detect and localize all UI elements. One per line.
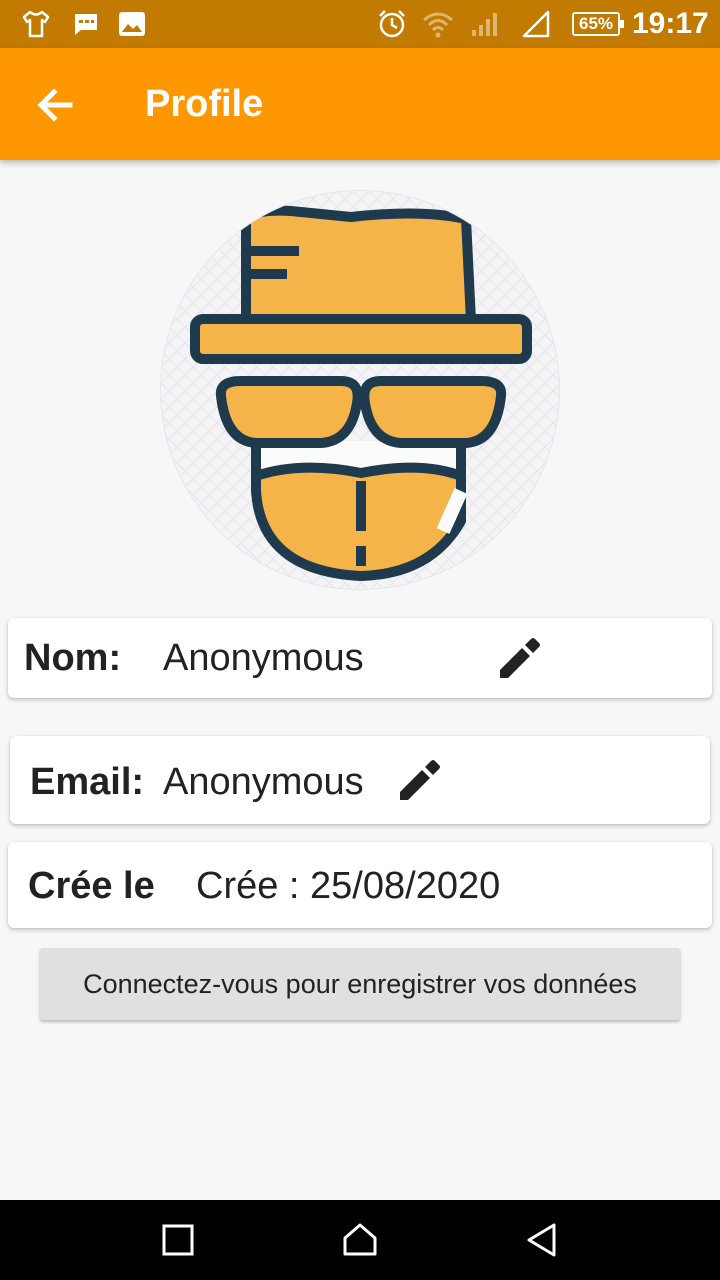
created-value: Crée : 25/08/2020 xyxy=(196,865,501,907)
message-icon xyxy=(75,14,97,35)
detective-avatar-illustration xyxy=(161,191,559,589)
navigation-bar xyxy=(0,1200,720,1280)
status-clock: 19:17 xyxy=(632,7,709,40)
name-label: Nom: xyxy=(24,637,122,679)
created-card: Crée le Crée : 25/08/2020 xyxy=(8,842,712,928)
back-icon[interactable] xyxy=(518,1216,566,1264)
alarm-icon xyxy=(379,10,405,38)
image-icon xyxy=(119,12,145,36)
email-value: Anonymous xyxy=(163,761,364,803)
signal-full-icon xyxy=(522,10,550,38)
arrow-left-icon[interactable] xyxy=(30,80,80,130)
created-label: Crée le xyxy=(28,865,155,907)
home-icon[interactable] xyxy=(336,1216,384,1264)
edit-name-pencil-icon[interactable] xyxy=(492,632,544,684)
avatar[interactable] xyxy=(160,190,560,590)
signal-icon xyxy=(472,13,497,36)
tshirt-icon xyxy=(22,10,50,38)
name-card: Nom: Anonymous xyxy=(8,618,712,698)
page-title: Profile xyxy=(145,83,264,125)
email-card: Email: Anonymous xyxy=(10,736,710,824)
login-to-save-button[interactable]: Connectez-vous pour enregistrer vos donn… xyxy=(40,948,680,1020)
app-bar: Profile xyxy=(0,48,720,160)
battery-indicator: 65% xyxy=(572,12,624,36)
wifi-icon xyxy=(423,12,453,38)
edit-email-pencil-icon[interactable] xyxy=(392,754,444,806)
name-value: Anonymous xyxy=(163,637,364,679)
status-bar: 65% 19:17 xyxy=(0,0,720,48)
recent-apps-icon[interactable] xyxy=(154,1216,202,1264)
email-label: Email: xyxy=(30,761,145,803)
